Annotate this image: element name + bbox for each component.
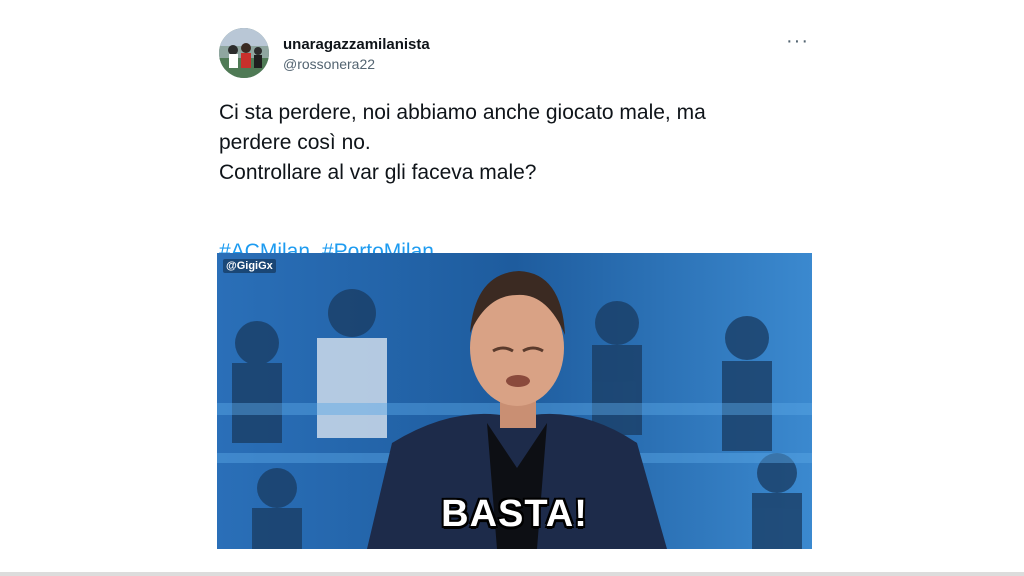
tweet-text: Ci sta perdere, noi abbiamo anche giocat…	[219, 98, 813, 188]
tweet-text-line: Ci sta perdere, noi abbiamo anche giocat…	[219, 101, 706, 124]
tweet-text-line: Controllare al var gli faceva male?	[219, 161, 537, 184]
video-watermark: @GigiGx	[223, 259, 276, 273]
avatar[interactable]	[219, 28, 269, 78]
more-options-icon[interactable]: ···	[786, 30, 809, 53]
tweet-card: unaragazzamilanista @rossonera22 ··· Ci …	[219, 28, 813, 263]
avatar-image	[219, 28, 269, 78]
bottom-border	[0, 572, 1024, 576]
user-handle[interactable]: @rossonera22	[283, 56, 375, 72]
video-caption: BASTA!	[441, 493, 588, 535]
display-name[interactable]: unaragazzamilanista	[283, 36, 430, 53]
tweet-text-line: perdere così no.	[219, 131, 371, 154]
tweet-header: unaragazzamilanista @rossonera22 ···	[219, 28, 813, 82]
tweet-media[interactable]: @GigiGx BASTA!	[217, 253, 812, 549]
